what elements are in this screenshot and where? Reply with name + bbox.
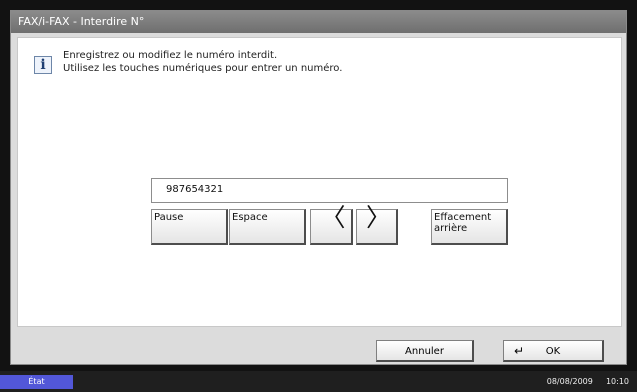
time-text: 10:10 (605, 377, 629, 386)
backspace-button[interactable]: Effacement arrière (431, 209, 508, 245)
pause-button[interactable]: Pause (151, 209, 228, 245)
date-text: 08/08/2009 (546, 377, 593, 386)
instruction-message: Enregistrez ou modifiez le numéro interd… (63, 49, 342, 75)
backspace-label-line2: arrière (434, 223, 468, 234)
backspace-label: Effacement arrière (434, 212, 491, 234)
window-title: FAX/i-FAX - Interdire N° (11, 11, 626, 33)
blocked-number-value: 987654321 (166, 184, 224, 195)
cancel-button[interactable]: Annuler (376, 340, 474, 362)
cancel-label: Annuler (405, 346, 444, 357)
chevron-left-icon: 〈 (320, 203, 346, 232)
blocked-number-field[interactable]: 987654321 (151, 178, 508, 203)
state-button[interactable]: État (0, 375, 73, 389)
instruction-line-2: Utilisez les touches numériques pour ent… (63, 63, 343, 74)
ok-label: OK (545, 346, 561, 357)
status-bar: État 08/08/2009 10:10 (0, 371, 637, 392)
cursor-right-button[interactable]: 〉 (356, 203, 398, 245)
space-label: Espace (232, 212, 268, 223)
dialog-panel: FAX/i-FAX - Interdire N° i Enregistrez o… (10, 10, 627, 365)
chevron-right-icon: 〉 (365, 203, 391, 232)
cursor-left-button[interactable]: 〈 (310, 203, 353, 245)
date-time: 08/08/2009 10:10 (547, 375, 629, 389)
space-button[interactable]: Espace (229, 209, 306, 245)
ok-button[interactable]: ↵ OK (503, 340, 604, 362)
pause-label: Pause (154, 212, 184, 223)
info-icon: i (34, 56, 52, 74)
backspace-label-line1: Effacement (434, 212, 492, 223)
content-area: i Enregistrez ou modifiez le numéro inte… (17, 37, 622, 327)
instruction-line-1: Enregistrez ou modifiez le numéro interd… (63, 50, 278, 61)
